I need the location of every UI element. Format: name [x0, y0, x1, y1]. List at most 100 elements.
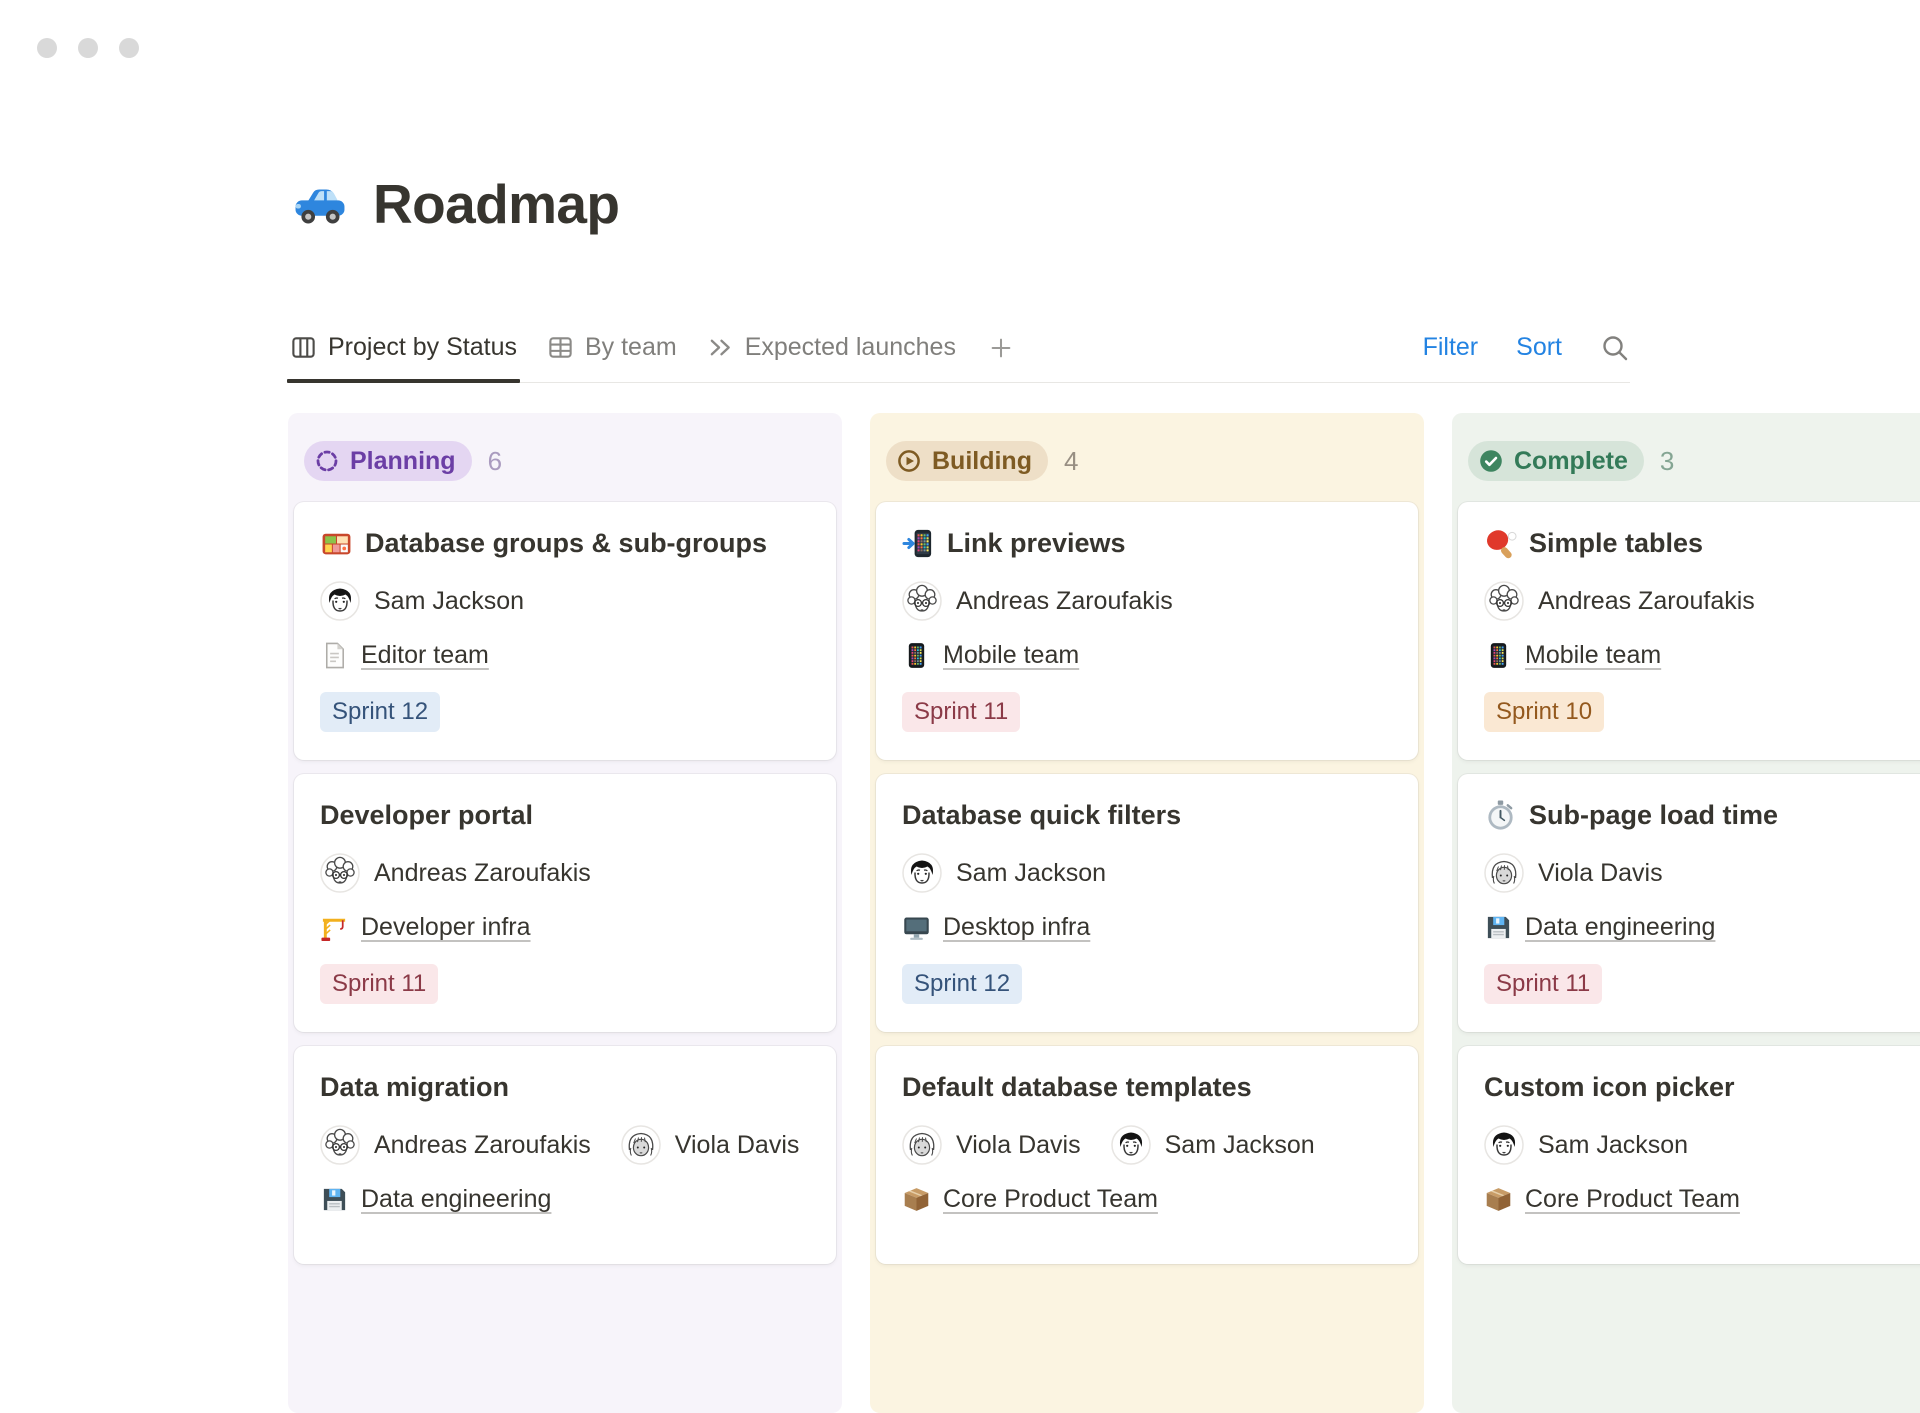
person-name: Andreas Zaroufakis: [956, 587, 1173, 616]
tab-label: By team: [585, 333, 677, 362]
play-circle-icon: [895, 447, 923, 475]
card[interactable]: Database quick filters Sam Jackson Desktop…: [876, 774, 1418, 1032]
avatar: [1111, 1125, 1151, 1165]
person-row: Andreas Zaroufakis: [320, 853, 810, 893]
page-title-row: Roadmap: [291, 172, 619, 236]
bento-icon: [320, 527, 353, 560]
card-title: Simple tables: [1484, 526, 1920, 560]
card[interactable]: Simple tables Andreas Zaroufakis Mobile te…: [1458, 502, 1920, 760]
status-pill-planning[interactable]: Planning: [304, 441, 472, 481]
person-name: Viola Davis: [956, 1131, 1081, 1160]
search-icon: [1600, 333, 1630, 363]
card[interactable]: Data migration Andreas Zaroufakis Viola Da…: [294, 1046, 836, 1264]
person-chip: Sam Jackson: [320, 581, 524, 621]
avatar: [902, 1125, 942, 1165]
card-title-text: Sub-page load time: [1529, 798, 1778, 832]
person-row: Andreas Zaroufakis: [1484, 581, 1920, 621]
sort-button[interactable]: Sort: [1516, 333, 1562, 362]
team-link[interactable]: Data engineering: [1525, 910, 1715, 944]
card[interactable]: Link previews Andreas Zaroufakis Mobile te…: [876, 502, 1418, 760]
team-link[interactable]: Editor team: [361, 638, 489, 672]
dashed-circle-icon: [313, 447, 341, 475]
team-link[interactable]: Mobile team: [1525, 638, 1661, 672]
table-view-icon: [547, 334, 574, 361]
team-link[interactable]: Core Product Team: [1525, 1182, 1740, 1216]
window-dot[interactable]: [37, 38, 57, 58]
status-pill-label: Complete: [1514, 447, 1628, 476]
card-title-text: Developer portal: [320, 798, 533, 832]
tab-by-team[interactable]: By team: [547, 313, 677, 382]
sprint-badge: Sprint 11: [902, 692, 1020, 732]
avatar: [621, 1125, 661, 1165]
team-row: Core Product Team: [902, 1182, 1392, 1216]
person-chip: Viola Davis: [1484, 853, 1663, 893]
card-title-text: Simple tables: [1529, 526, 1703, 560]
card[interactable]: Database groups & sub-groups Sam Jackson E…: [294, 502, 836, 760]
person-name: Sam Jackson: [374, 587, 524, 616]
card-title-text: Database quick filters: [902, 798, 1181, 832]
column-header: Planning6: [304, 441, 826, 481]
package-icon: [902, 1185, 931, 1214]
person-name: Andreas Zaroufakis: [1538, 587, 1755, 616]
card-title: Link previews: [902, 526, 1392, 560]
person-name: Viola Davis: [1538, 859, 1663, 888]
person-name: Andreas Zaroufakis: [374, 1131, 591, 1160]
tab-project-by-status[interactable]: Project by Status: [290, 313, 517, 382]
person-chip: Andreas Zaroufakis: [320, 1125, 591, 1165]
page-icon: [320, 641, 349, 670]
status-pill-label: Building: [932, 447, 1032, 476]
person-row: Sam Jackson: [1484, 1125, 1920, 1165]
team-link[interactable]: Data engineering: [361, 1182, 551, 1216]
person-chip: Andreas Zaroufakis: [1484, 581, 1755, 621]
team-row: Desktop infra: [902, 910, 1392, 944]
person-chip: Andreas Zaroufakis: [902, 581, 1173, 621]
status-pill-complete[interactable]: Complete: [1468, 441, 1644, 481]
card[interactable]: Developer portal Andreas Zaroufakis Develo…: [294, 774, 836, 1032]
tab-label: Project by Status: [328, 333, 517, 362]
team-row: Data engineering: [1484, 910, 1920, 944]
tab-expected-launches[interactable]: Expected launches: [707, 313, 956, 382]
view-controls: Filter Sort: [1423, 313, 1630, 382]
person-chip: Viola Davis: [621, 1125, 800, 1165]
window-dot[interactable]: [119, 38, 139, 58]
person-name: Sam Jackson: [1165, 1131, 1315, 1160]
card-title-text: Data migration: [320, 1070, 509, 1104]
team-row: Core Product Team: [1484, 1182, 1920, 1216]
person-name: Viola Davis: [675, 1131, 800, 1160]
avatar: [320, 853, 360, 893]
team-link[interactable]: Desktop infra: [943, 910, 1090, 944]
floppy-icon: [320, 1185, 349, 1214]
card-title: Data migration: [320, 1070, 810, 1104]
crane-icon: [320, 913, 349, 942]
column-count: 4: [1064, 446, 1078, 477]
card[interactable]: Default database templatesViola DavisSam…: [876, 1046, 1418, 1264]
add-view-button[interactable]: [988, 313, 1014, 382]
search-button[interactable]: [1600, 333, 1630, 363]
team-row: Developer infra: [320, 910, 810, 944]
floppy-icon: [1484, 913, 1513, 942]
view-tabs-bar: Project by Status By team Expected launc…: [290, 313, 1630, 383]
person-name: Sam Jackson: [956, 859, 1106, 888]
person-row: Andreas Zaroufakis Viola Davis: [320, 1125, 810, 1165]
column-complete: Complete3Simple tablesAndreas Zaroufakis…: [1452, 413, 1920, 1413]
person-chip: Andreas Zaroufakis: [320, 853, 591, 893]
avatar: [1484, 853, 1524, 893]
person-name: Sam Jackson: [1538, 1131, 1688, 1160]
team-link[interactable]: Core Product Team: [943, 1182, 1158, 1216]
person-row: Viola Davis: [1484, 853, 1920, 893]
window-controls: [37, 38, 139, 58]
sprint-badge: Sprint 10: [1484, 692, 1604, 732]
team-link[interactable]: Mobile team: [943, 638, 1079, 672]
card[interactable]: Custom icon pickerSam JacksonCore Produc…: [1458, 1046, 1920, 1264]
board: Planning6 Database groups & sub-groups Sam…: [288, 413, 1920, 1413]
team-link[interactable]: Developer infra: [361, 910, 531, 944]
card[interactable]: Sub-page load time Viola Davis Data engine…: [1458, 774, 1920, 1032]
window-dot[interactable]: [78, 38, 98, 58]
card-title: Sub-page load time: [1484, 798, 1920, 832]
filter-button[interactable]: Filter: [1423, 333, 1479, 362]
avatar: [320, 1125, 360, 1165]
status-pill-building[interactable]: Building: [886, 441, 1048, 481]
card-title: Database groups & sub-groups: [320, 526, 810, 560]
package-icon: [1484, 1185, 1513, 1214]
person-row: Sam Jackson: [320, 581, 810, 621]
